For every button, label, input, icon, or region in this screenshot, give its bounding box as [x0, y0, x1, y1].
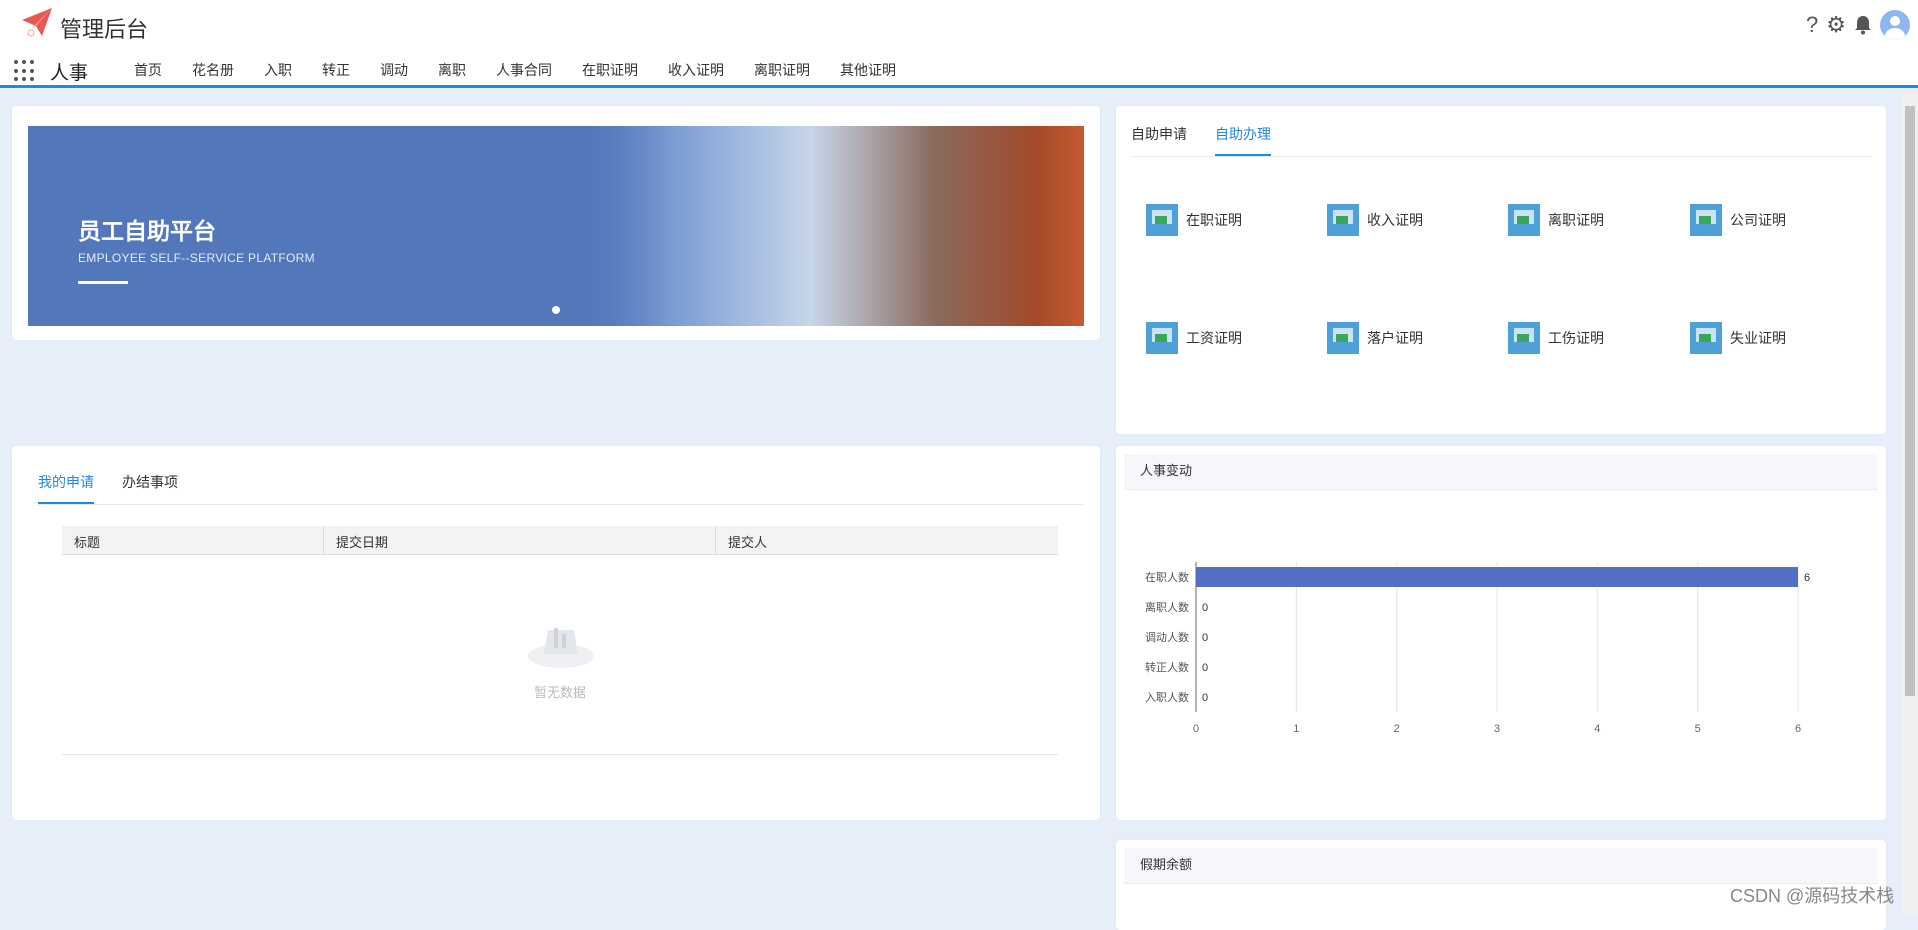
requests-tabs: 我的申请 办结事项 [38, 472, 1084, 505]
scrollbar-thumb[interactable] [1905, 106, 1915, 696]
service-item[interactable]: 工伤证明 [1508, 322, 1604, 354]
image-placeholder-icon [1327, 322, 1359, 354]
image-placeholder-icon [1508, 204, 1540, 236]
nav-home[interactable]: 首页 [134, 60, 162, 80]
service-item[interactable]: 收入证明 [1327, 204, 1423, 236]
y-category-label: 离职人数 [1145, 600, 1189, 614]
hr-changes-title: 人事变动 [1124, 454, 1878, 490]
help-icon[interactable]: ? [1806, 8, 1818, 42]
x-tick-label: 6 [1795, 723, 1801, 735]
nav-employment-cert[interactable]: 在职证明 [582, 60, 638, 80]
hr-changes-chart: 0 1 2 3 4 5 6 在职人数 6 离职人数 0 调动人数 0 转正人数 0 入职人数 0 [1145, 562, 1810, 735]
watermark: CSDN @源码技术栈 [1730, 886, 1895, 906]
tab-my-requests[interactable]: 我的申请 [38, 472, 94, 504]
data-label: 0 [1202, 602, 1208, 614]
top-icons: ? ⚙ [1806, 8, 1910, 42]
y-category-label: 入职人数 [1145, 691, 1189, 704]
x-tick-label: 4 [1594, 723, 1600, 735]
x-tick-label: 0 [1193, 723, 1199, 735]
y-category-label: 调动人数 [1145, 631, 1189, 644]
app-grid-icon[interactable] [14, 60, 36, 82]
nav-income-cert[interactable]: 收入证明 [668, 60, 724, 80]
bell-icon[interactable] [1854, 15, 1872, 35]
image-placeholder-icon [1327, 204, 1359, 236]
nav-resign-cert[interactable]: 离职证明 [754, 60, 810, 80]
data-label: 6 [1804, 572, 1810, 584]
nav-roster[interactable]: 花名册 [192, 60, 234, 80]
tab-self-handle[interactable]: 自助办理 [1215, 124, 1271, 156]
app-title: 管理后台 [60, 17, 149, 42]
data-label: 0 [1202, 632, 1208, 644]
top-bar: 管理后台 ? ⚙ 人事 首页 花名册 入职 转正 调动 离职 人事合同 在职证明… [0, 0, 1918, 88]
y-category-label: 在职人数 [1145, 571, 1189, 584]
x-tick-label: 5 [1695, 723, 1701, 735]
y-category-label: 转正人数 [1145, 660, 1189, 674]
nav-resign[interactable]: 离职 [438, 60, 466, 80]
x-tick-label: 3 [1494, 723, 1500, 735]
requests-table-header: 标题 提交日期 提交人 [62, 526, 1058, 555]
column-title[interactable]: 标题 [62, 526, 324, 554]
settings-icon[interactable]: ⚙ [1826, 8, 1846, 42]
tab-completed[interactable]: 办结事项 [122, 472, 178, 504]
service-item[interactable]: 落户证明 [1327, 322, 1423, 354]
nav-other-cert[interactable]: 其他证明 [840, 60, 896, 80]
service-item[interactable]: 公司证明 [1690, 204, 1786, 236]
self-service-tabs: 自助申请 自助办理 [1131, 124, 1871, 157]
x-tick-label: 2 [1394, 723, 1400, 735]
image-placeholder-icon [1146, 322, 1178, 354]
main-nav: 首页 花名册 入职 转正 调动 离职 人事合同 在职证明 收入证明 离职证明 其… [134, 60, 896, 80]
paper-plane-logo-icon [22, 8, 52, 37]
column-submitter[interactable]: 提交人 [716, 526, 1058, 554]
banner-title: 员工自助平台 [78, 218, 216, 244]
page-scrollbar[interactable] [1902, 92, 1918, 914]
image-placeholder-icon [1146, 204, 1178, 236]
service-item[interactable]: 在职证明 [1146, 204, 1242, 236]
column-date[interactable]: 提交日期 [324, 526, 716, 554]
service-item[interactable]: 离职证明 [1508, 204, 1604, 236]
image-placeholder-icon [1508, 322, 1540, 354]
data-label: 0 [1202, 662, 1208, 674]
table-bottom-border [62, 754, 1058, 755]
banner-underline [78, 281, 128, 284]
nav-transfer[interactable]: 调动 [380, 60, 408, 80]
service-item[interactable]: 工资证明 [1146, 322, 1242, 354]
tab-self-apply[interactable]: 自助申请 [1131, 124, 1187, 156]
service-item[interactable]: 失业证明 [1690, 322, 1786, 354]
avatar[interactable] [1880, 10, 1910, 40]
banner-subtitle: EMPLOYEE SELF--SERVICE PLATFORM [78, 251, 315, 265]
leave-balance-title: 假期余额 [1124, 848, 1878, 884]
bar [1196, 567, 1798, 587]
nav-onboard[interactable]: 入职 [264, 60, 292, 80]
image-placeholder-icon [1690, 204, 1722, 236]
nav-regularize[interactable]: 转正 [322, 60, 350, 80]
image-placeholder-icon [1690, 322, 1722, 354]
banner[interactable]: 员工自助平台 EMPLOYEE SELF--SERVICE PLATFORM [28, 126, 1084, 326]
module-title: 人事 [50, 63, 89, 84]
x-tick-label: 1 [1293, 723, 1299, 735]
nav-contract[interactable]: 人事合同 [496, 60, 552, 80]
empty-data-icon [528, 628, 594, 668]
empty-text: 暂无数据 [534, 685, 587, 700]
data-label: 0 [1202, 692, 1208, 704]
carousel-dot[interactable] [552, 306, 560, 314]
